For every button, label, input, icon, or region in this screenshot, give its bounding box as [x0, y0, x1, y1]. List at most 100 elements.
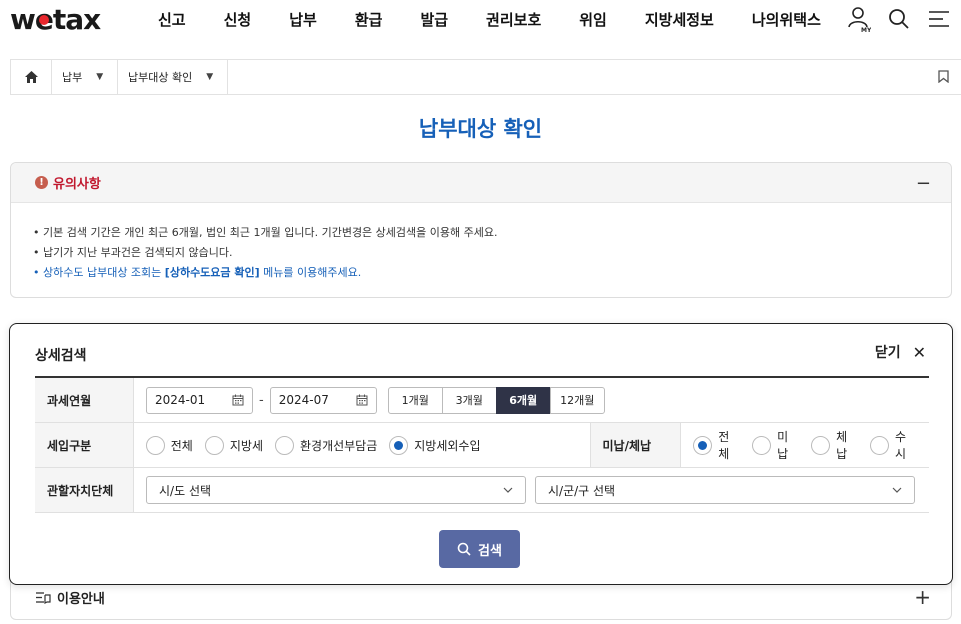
nav-item-my-wetax[interactable]: 나의위택스 — [752, 9, 821, 30]
search-button[interactable]: 검색 — [439, 530, 520, 568]
global-nav: 신고 신청 납부 환급 발급 권리보호 위임 지방세정보 나의위택스 — [158, 9, 859, 30]
sigungu-select-value: 시/군/구 선택 — [548, 483, 616, 498]
notice-line-water: • 상하수도 납부대상 조회는 [상하수도요금 확인] 메뉴를 이용해주세요. — [33, 263, 951, 283]
radio-label: 수시 — [894, 430, 907, 461]
chevron-down-icon — [503, 487, 513, 493]
calendar-icon[interactable] — [356, 394, 368, 406]
collapse-icon[interactable]: − — [916, 173, 931, 194]
usage-guide-header[interactable]: 이용안내 — [35, 588, 105, 607]
expand-icon[interactable]: + — [914, 585, 931, 609]
sido-select-value: 시/도 선택 — [159, 483, 212, 498]
income-radio-environment-charge[interactable]: 환경개선부담금 — [274, 435, 378, 455]
radio-circle-selected[interactable] — [389, 435, 409, 455]
nav-item-apply[interactable]: 신청 — [224, 9, 252, 30]
status-radio-unpaid[interactable]: 미납 — [752, 428, 799, 462]
caret-down-icon: ▼ — [96, 72, 104, 82]
radio-circle[interactable] — [752, 435, 772, 455]
nav-item-issue[interactable]: 발급 — [420, 9, 448, 30]
radio-label: 미납 — [777, 430, 789, 461]
notice-body: • 기본 검색 기간은 개인 최근 6개월, 법인 최근 1개월 입니다. 기간… — [11, 203, 951, 283]
status-radio-overdue[interactable]: 체납 — [811, 428, 858, 462]
calendar-icon[interactable] — [232, 394, 244, 406]
notice-line: • 기본 검색 기간은 개인 최근 6개월, 법인 최근 1개월 입니다. 기간… — [33, 226, 498, 239]
nav-item-delegation[interactable]: 위임 — [579, 9, 607, 30]
radio-label: 전체 — [170, 438, 193, 453]
period-1-month-button[interactable]: 1개월 — [387, 386, 443, 414]
radio-circle[interactable] — [870, 435, 889, 455]
radio-label: 지방세외수입 — [414, 438, 481, 453]
nav-item-refund[interactable]: 환급 — [355, 9, 383, 30]
nav-item-local-tax-info[interactable]: 지방세정보 — [645, 9, 714, 30]
radio-label: 체납 — [836, 430, 848, 461]
to-date-value: 2024-07 — [278, 393, 329, 407]
period-12-month-button[interactable]: 12개월 — [549, 386, 605, 414]
period-button-group: 1개월 3개월 6개월 12개월 — [387, 386, 605, 414]
period-6-month-button[interactable]: 6개월 — [495, 386, 551, 414]
search-icon — [457, 542, 471, 556]
breadcrumb: 납부 ▼ 납부대상 확인 ▼ — [10, 59, 961, 95]
radio-label: 환경개선부담금 — [299, 438, 378, 453]
breadcrumb-level2[interactable]: 납부대상 확인 ▼ — [118, 60, 228, 94]
home-button[interactable] — [10, 60, 52, 94]
income-radio-non-tax-revenue[interactable]: 지방세외수입 — [389, 435, 481, 455]
radio-circle-selected[interactable] — [693, 435, 713, 455]
search-button-label: 검색 — [478, 543, 502, 559]
breadcrumb-level2-label: 납부대상 확인 — [128, 71, 193, 84]
water-fee-link[interactable]: [상하수도요금 확인] — [165, 266, 260, 279]
period-row: 과세연월 2024-01 - 2024-07 1개월 3개월 6개월 12개월 — [35, 378, 929, 423]
modal-title: 상세검색 — [35, 348, 87, 364]
region-label: 관할자치단체 — [35, 468, 134, 512]
usage-guide-panel: 이용안내 + — [10, 580, 952, 620]
notice-line-water-suffix: 메뉴를 이용해주세요. — [259, 266, 362, 279]
income-radio-local-tax[interactable]: 지방세 — [204, 435, 263, 455]
site-header: wetax 신고 신청 납부 환급 발급 권리보호 위임 지방세정보 나의위택스… — [0, 0, 961, 42]
status-radio-all[interactable]: 전체 — [693, 428, 740, 462]
search-form: 과세연월 2024-01 - 2024-07 1개월 3개월 6개월 12개월 … — [35, 376, 929, 513]
radio-label: 지방세 — [229, 438, 263, 453]
warning-icon: ! — [35, 176, 48, 189]
radio-circle[interactable] — [204, 435, 224, 455]
sigungu-select[interactable]: 시/군/구 선택 — [535, 476, 915, 504]
nav-item-rights[interactable]: 권리보호 — [486, 9, 541, 30]
menu-icon[interactable] — [927, 6, 951, 32]
radio-label: 전체 — [718, 430, 730, 461]
chevron-down-icon — [892, 487, 902, 493]
close-button[interactable]: 닫기 ✕ — [875, 342, 926, 362]
from-date-input[interactable]: 2024-01 — [146, 386, 253, 414]
period-3-month-button[interactable]: 3개월 — [441, 386, 497, 414]
notice-line-water-prefix: • 상하수도 납부대상 조회는 — [33, 266, 165, 279]
region-row: 관할자치단체 시/도 선택 시/군/구 선택 — [35, 468, 929, 513]
income-radio-all[interactable]: 전체 — [145, 435, 193, 455]
search-icon[interactable] — [887, 6, 911, 32]
to-date-input[interactable]: 2024-07 — [269, 386, 377, 414]
date-separator: - — [259, 392, 264, 408]
notice-panel: ! 유의사항 − • 기본 검색 기간은 개인 최근 6개월, 법인 최근 1개… — [10, 162, 952, 298]
income-row: 세입구분 전체 지방세 환경개선부담금 지방세외수입 미납/체납 전체 미납 체… — [35, 423, 929, 468]
caret-down-icon: ▼ — [206, 72, 214, 82]
detail-search-modal: 상세검색 닫기 ✕ 과세연월 2024-01 - 2024-07 1개월 3개월… — [9, 323, 953, 585]
radio-circle[interactable] — [145, 435, 165, 455]
status-radio-occasional[interactable]: 수시 — [870, 428, 917, 462]
close-label: 닫기 — [874, 345, 901, 361]
nav-item-report[interactable]: 신고 — [158, 9, 186, 30]
notice-header[interactable]: ! 유의사항 − — [11, 163, 951, 203]
wetax-logo[interactable]: wetax — [10, 3, 101, 36]
close-icon: ✕ — [912, 342, 926, 362]
income-label: 세입구분 — [35, 423, 134, 467]
breadcrumb-level1-label: 납부 — [62, 71, 83, 84]
bookmark-icon[interactable] — [938, 70, 949, 87]
nav-item-pay[interactable]: 납부 — [289, 9, 317, 30]
user-my-icon[interactable]: MY — [847, 6, 871, 33]
status-label: 미납/체납 — [589, 423, 682, 467]
breadcrumb-level1[interactable]: 납부 ▼ — [52, 60, 118, 94]
sido-select[interactable]: 시/도 선택 — [146, 476, 526, 504]
radio-circle[interactable] — [274, 435, 294, 455]
page-title: 납부대상 확인 — [418, 117, 543, 141]
notice-line: • 납기가 지난 부과건은 검색되지 않습니다. — [33, 246, 233, 259]
usage-guide-title: 이용안내 — [57, 592, 105, 607]
from-date-value: 2024-01 — [155, 393, 206, 407]
guide-list-icon — [36, 592, 51, 604]
my-label: MY — [861, 27, 871, 33]
notice-title: 유의사항 — [53, 177, 101, 192]
radio-circle[interactable] — [811, 435, 831, 455]
